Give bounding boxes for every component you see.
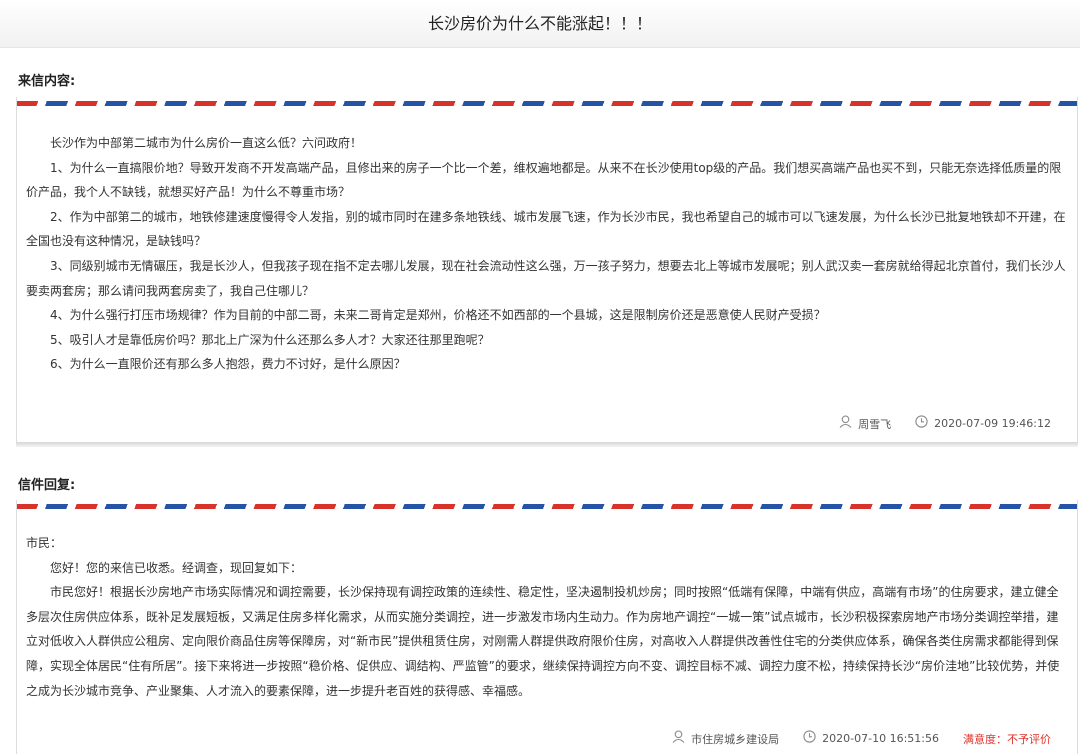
letter-paragraph: 长沙作为中部第二城市为什么房价一直这么低？六问政府！ [50,136,363,150]
letter-time: 2020-07-09 19:46:12 [934,417,1051,430]
letter-paragraph: 4、为什么强行打压市场规律？作为目前的中部二哥，未来二哥肯定是郑州，价格还不如西… [50,308,826,323]
reply-body: 市民： 您好！您的来信已收悉。经调查，现回复如下： 市民您好！根据长沙房地产市场… [17,509,1077,703]
letter-body: 长沙作为中部第二城市为什么房价一直这么低？六问政府！ 1、为什么一直搞限价地？导… [17,106,1077,377]
satisfaction-text: 满意度：不予评价 [963,732,1051,746]
reply-department: 市住房城乡建设局 [672,730,779,747]
user-icon [839,415,852,432]
letter-author: 周雪飞 [839,415,891,432]
letter-paragraph: 6、为什么一直限价还有那么多人抱怨，费力不讨好，是什么原因？ [50,357,406,372]
reply-card: 市民： 您好！您的来信已收悉。经调查，现回复如下： 市民您好！根据长沙房地产市场… [16,500,1078,754]
letter-meta: 周雪飞 2020-07-09 19:46:12 [815,415,1051,432]
reply-meta: 市住房城乡建设局 2020-07-10 16:51:56 满意度：不予评价 [648,730,1051,747]
letter-timestamp: 2020-07-09 19:46:12 [915,415,1051,432]
reply-timestamp: 2020-07-10 16:51:56 [803,730,939,747]
page-title: 长沙房价为什么不能涨起！！！ [0,0,1080,48]
letter-paragraph: 3、同级别城市无情碾压，我是长沙人，但我孩子现在指不定去哪儿发展，现在社会流动性… [26,258,1066,298]
letter-section-label: 来信内容: [18,74,76,89]
letter-paragraph: 2、作为中部第二的城市，地铁修建速度慢得令人发指，别的城市同时在建多条地铁线、城… [26,209,1066,249]
reply-paragraph: 市民您好！根据长沙房地产市场实际情况和调控需要，长沙保持现有调控政策的连续性、稳… [26,585,1060,698]
reply-section-label: 信件回复: [18,478,76,493]
user-icon [672,730,685,747]
letter-paragraph: 5、吸引人才是靠低房价吗？那北上广深为什么还那么多人才？大家还往那里跑呢？ [50,332,490,347]
clock-icon [803,730,816,747]
letter-bottom-border [16,442,1078,447]
reply-time: 2020-07-10 16:51:56 [822,732,939,745]
letter-card: 长沙作为中部第二城市为什么房价一直这么低？六问政府！ 1、为什么一直搞限价地？导… [16,97,1078,442]
letter-author-name: 周雪飞 [858,417,892,431]
clock-icon [915,415,928,432]
satisfaction-rating: 满意度：不予评价 [963,731,1051,747]
reply-paragraph: 您好！您的来信已收悉。经调查，现回复如下： [50,560,303,575]
letter-paragraph: 1、为什么一直搞限价地？导致开发商不开发高端产品，且修出来的房子一个比一个差，维… [26,160,1062,200]
reply-greeting: 市民： [26,536,63,550]
reply-department-name: 市住房城乡建设局 [691,732,780,746]
